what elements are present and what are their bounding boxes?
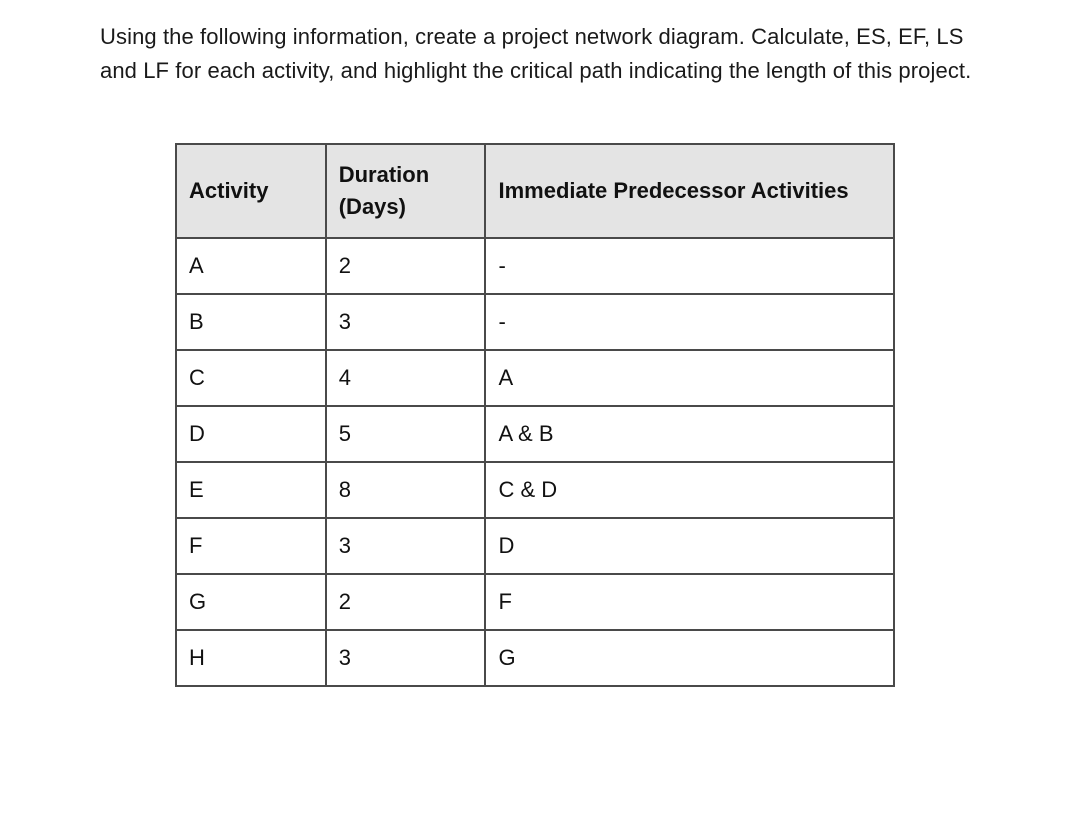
cell-activity: D — [176, 406, 326, 462]
table-row: C 4 A — [176, 350, 894, 406]
table-row: G 2 F — [176, 574, 894, 630]
cell-duration: 4 — [326, 350, 486, 406]
table-row: H 3 G — [176, 630, 894, 686]
cell-predecessor: G — [485, 630, 894, 686]
table-row: D 5 A & B — [176, 406, 894, 462]
cell-duration: 3 — [326, 518, 486, 574]
cell-duration: 3 — [326, 294, 486, 350]
cell-predecessor: D — [485, 518, 894, 574]
cell-predecessor: - — [485, 238, 894, 294]
cell-activity: A — [176, 238, 326, 294]
cell-predecessor: A & B — [485, 406, 894, 462]
cell-predecessor: F — [485, 574, 894, 630]
activity-table: Activity Duration (Days) Immediate Prede… — [175, 143, 895, 687]
cell-predecessor: C & D — [485, 462, 894, 518]
table-header-row: Activity Duration (Days) Immediate Prede… — [176, 144, 894, 238]
cell-activity: B — [176, 294, 326, 350]
header-activity: Activity — [176, 144, 326, 238]
cell-duration: 5 — [326, 406, 486, 462]
cell-activity: G — [176, 574, 326, 630]
cell-predecessor: - — [485, 294, 894, 350]
cell-duration: 3 — [326, 630, 486, 686]
cell-duration: 8 — [326, 462, 486, 518]
cell-duration: 2 — [326, 238, 486, 294]
table-row: E 8 C & D — [176, 462, 894, 518]
header-duration: Duration (Days) — [326, 144, 486, 238]
cell-duration: 2 — [326, 574, 486, 630]
cell-activity: H — [176, 630, 326, 686]
activity-table-wrap: Activity Duration (Days) Immediate Prede… — [175, 143, 980, 687]
table-row: B 3 - — [176, 294, 894, 350]
table-row: F 3 D — [176, 518, 894, 574]
cell-activity: E — [176, 462, 326, 518]
header-predecessor: Immediate Predecessor Activities — [485, 144, 894, 238]
intro-text: Using the following information, create … — [100, 20, 980, 88]
cell-activity: C — [176, 350, 326, 406]
cell-predecessor: A — [485, 350, 894, 406]
table-row: A 2 - — [176, 238, 894, 294]
cell-activity: F — [176, 518, 326, 574]
